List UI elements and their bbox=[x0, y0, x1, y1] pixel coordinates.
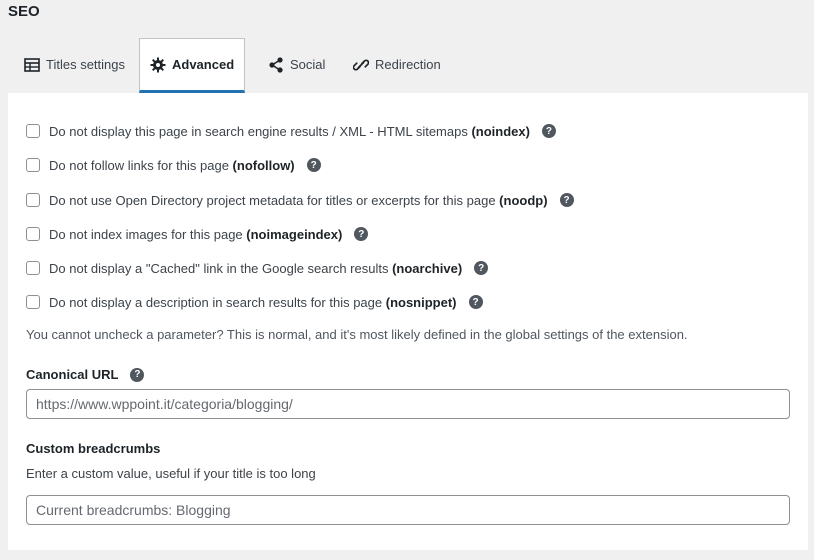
option-nosnippet: Do not display a description in search r… bbox=[26, 293, 483, 311]
option-nofollow: Do not follow links for this page (nofol… bbox=[26, 156, 321, 174]
option-label[interactable]: Do not display a "Cached" link in the Go… bbox=[49, 261, 462, 276]
tab-label: Advanced bbox=[172, 57, 235, 72]
option-text: Do not use Open Directory project metada… bbox=[49, 192, 500, 208]
custom-breadcrumbs-input[interactable] bbox=[26, 495, 790, 525]
help-icon[interactable]: ? bbox=[468, 295, 483, 309]
option-key: (nofollow) bbox=[232, 157, 295, 173]
custom-breadcrumbs-description: Enter a custom value, useful if your tit… bbox=[26, 466, 316, 481]
canonical-url-label: Canonical URL ? bbox=[26, 367, 145, 382]
option-text: Do not display a description in search r… bbox=[49, 294, 386, 310]
nofollow-checkbox[interactable] bbox=[26, 158, 40, 172]
option-label[interactable]: Do not display this page in search engin… bbox=[49, 124, 530, 139]
option-label[interactable]: Do not follow links for this page (nofol… bbox=[49, 158, 295, 173]
help-icon[interactable]: ? bbox=[541, 124, 556, 138]
tab-label: Titles settings bbox=[46, 57, 125, 72]
help-icon[interactable]: ? bbox=[130, 367, 145, 382]
tab-advanced[interactable]: Advanced bbox=[139, 38, 246, 93]
custom-breadcrumbs-label: Custom breadcrumbs bbox=[26, 441, 161, 456]
tab-label: Social bbox=[290, 57, 326, 72]
noodp-checkbox[interactable] bbox=[26, 193, 40, 207]
option-noindex: Do not display this page in search engin… bbox=[26, 122, 556, 140]
option-text: Do not follow links for this page bbox=[49, 157, 233, 173]
help-icon[interactable]: ? bbox=[559, 193, 574, 207]
canonical-url-input[interactable] bbox=[26, 389, 790, 419]
tab-label: Redirection bbox=[375, 57, 441, 72]
option-key: (nosnippet) bbox=[385, 294, 457, 310]
tab-titles-settings[interactable]: Titles settings bbox=[14, 38, 135, 91]
nosnippet-checkbox[interactable] bbox=[26, 295, 40, 309]
table-icon bbox=[24, 57, 40, 72]
option-key: (noarchive) bbox=[392, 260, 463, 276]
canonical-url-label-text: Canonical URL bbox=[26, 367, 119, 382]
link-icon bbox=[353, 57, 369, 73]
noarchive-checkbox[interactable] bbox=[26, 261, 40, 275]
tab-bar: Titles settings Advanced Social Redirect… bbox=[8, 38, 808, 93]
metabox-title: SEO bbox=[8, 3, 40, 20]
noindex-checkbox[interactable] bbox=[26, 124, 40, 138]
settings-note: You cannot uncheck a parameter? This is … bbox=[26, 327, 688, 342]
advanced-panel: Do not display this page in search engin… bbox=[8, 93, 808, 550]
tab-redirection[interactable]: Redirection bbox=[343, 38, 451, 91]
tab-social[interactable]: Social bbox=[258, 38, 335, 91]
option-text: Do not display a "Cached" link in the Go… bbox=[49, 260, 393, 276]
option-noarchive: Do not display a "Cached" link in the Go… bbox=[26, 259, 489, 277]
option-key: (noindex) bbox=[471, 123, 530, 139]
option-noimageindex: Do not index images for this page (noima… bbox=[26, 225, 369, 243]
noimageindex-checkbox[interactable] bbox=[26, 227, 40, 241]
help-icon[interactable]: ? bbox=[474, 261, 489, 275]
option-label[interactable]: Do not display a description in search r… bbox=[49, 295, 457, 310]
option-text: Do not display this page in search engin… bbox=[49, 123, 472, 139]
option-label[interactable]: Do not index images for this page (noima… bbox=[49, 227, 342, 242]
help-icon[interactable]: ? bbox=[354, 227, 369, 241]
option-key: (noodp) bbox=[499, 192, 548, 208]
help-icon[interactable]: ? bbox=[306, 158, 321, 172]
option-text: Do not index images for this page bbox=[49, 226, 247, 242]
option-noodp: Do not use Open Directory project metada… bbox=[26, 191, 574, 209]
option-label[interactable]: Do not use Open Directory project metada… bbox=[49, 193, 548, 208]
gear-icon bbox=[150, 57, 166, 73]
share-icon bbox=[268, 56, 284, 73]
option-key: (noimageindex) bbox=[246, 226, 343, 242]
